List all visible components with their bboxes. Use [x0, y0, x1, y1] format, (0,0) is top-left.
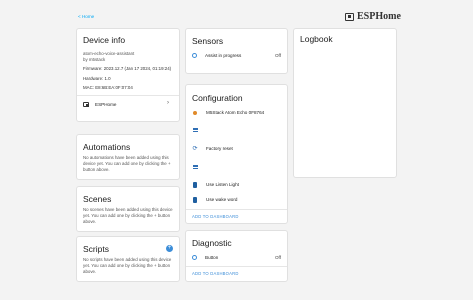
config-row-factory-reset[interactable]: ⟳ Factory reset [192, 145, 281, 152]
config-label: Factory reset [206, 146, 233, 151]
sensors-title: Sensors [192, 36, 224, 46]
config-label: Use Listen Light [206, 182, 239, 187]
scripts-empty-text: No scripts have been added using this de… [83, 257, 172, 274]
mac-text: MAC: E8:6B:EA:0F:07:04 [83, 85, 133, 90]
bulb-icon [192, 110, 198, 116]
scripts-title: Scripts [83, 244, 109, 254]
esphome-logo-icon [345, 12, 354, 21]
automations-card: Automations No automations have been add… [76, 134, 180, 180]
divider [186, 266, 287, 267]
diagnostic-title: Diagnostic [192, 238, 232, 248]
config-label: Use wake word [206, 197, 238, 202]
scenes-empty-text: No scenes have been added using this dev… [83, 207, 173, 224]
switch-icon [192, 181, 198, 188]
diagnostic-label: Button [205, 255, 219, 260]
list-icon [192, 164, 198, 170]
esphome-logo-icon [83, 101, 89, 107]
switch-icon [192, 196, 198, 203]
add-to-dashboard-button[interactable]: ADD TO DASHBOARD [192, 214, 239, 219]
scenes-title: Scenes [83, 194, 112, 204]
config-row-light[interactable]: M5Stack Atom Echo 0F8764 [192, 109, 281, 116]
brand-name: ESPHome [357, 11, 401, 22]
diagnostic-row-button[interactable]: Button Off [192, 254, 281, 261]
sensor-label: Assist in progress [205, 53, 242, 58]
device-info-card: Device info atom-echo-voice-assistant by… [76, 28, 180, 122]
back-home-link[interactable]: < Home [78, 14, 94, 19]
divider [77, 95, 179, 96]
configuration-title: Configuration [192, 93, 243, 103]
diagnostic-value: Off [274, 255, 281, 260]
logbook-card: Logbook [293, 28, 397, 178]
config-row-wake-word[interactable]: Use wake word [192, 196, 281, 203]
logbook-title: Logbook [300, 34, 333, 44]
add-to-dashboard-button[interactable]: ADD TO DASHBOARD [192, 271, 239, 276]
sensor-row-assist[interactable]: Assist in progress Off [192, 52, 281, 59]
device-manufacturer: by m5stack [83, 57, 106, 62]
automations-title: Automations [83, 142, 131, 152]
sensor-value: Off [274, 53, 281, 58]
restart-icon: ⟳ [192, 146, 198, 152]
configuration-card: Configuration M5Stack Atom Echo 0F8764 ⟳… [185, 84, 288, 224]
config-row-select-1[interactable] [192, 126, 281, 133]
sensors-card: Sensors Assist in progress Off [185, 28, 288, 74]
chevron-right-icon: › [167, 100, 169, 106]
divider [186, 209, 287, 210]
device-info-title: Device info [83, 35, 126, 45]
brand: ESPHome [345, 11, 401, 22]
automations-empty-text: No automations have been added using thi… [83, 155, 171, 172]
diagnostic-card: Diagnostic Button Off ADD TO DASHBOARD [185, 230, 288, 282]
firmware-text: Firmware: 2023.12.7 (Jan 17 2024, 01:19:… [83, 66, 172, 71]
list-icon [192, 127, 198, 133]
config-row-select-2[interactable] [192, 163, 281, 170]
diagnostic-state-icon [192, 255, 197, 260]
scenes-card: Scenes No scenes have been added using t… [76, 186, 180, 232]
config-row-listen-light[interactable]: Use Listen Light [192, 181, 281, 188]
hardware-text: Hardware: 1.0 [83, 76, 111, 81]
esphome-integration-link[interactable]: ESPHome [83, 100, 173, 108]
esphome-link-label: ESPHome [95, 101, 117, 107]
add-script-button[interactable]: + [166, 245, 173, 252]
scripts-card: Scripts + No scripts have been added usi… [76, 236, 180, 282]
sensor-state-icon [192, 53, 197, 58]
config-label: M5Stack Atom Echo 0F8764 [206, 110, 265, 115]
